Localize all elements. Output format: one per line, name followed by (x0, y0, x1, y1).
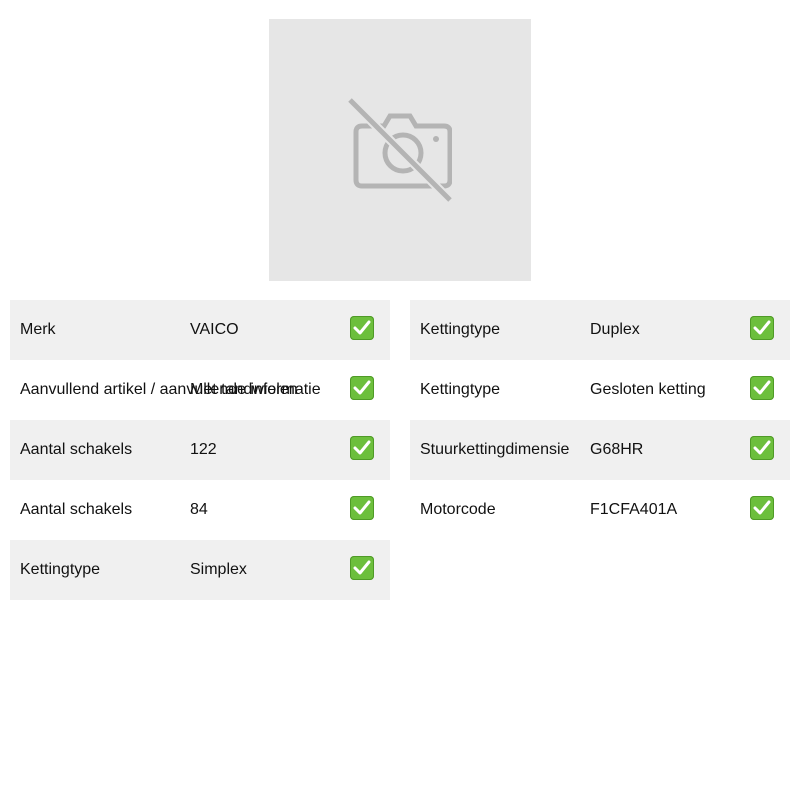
check-icon (750, 316, 774, 340)
spec-label: Merk (20, 321, 56, 338)
spec-label: Aantal schakels (20, 441, 133, 458)
spec-value: G68HR (590, 441, 644, 458)
check-icon (750, 376, 774, 400)
spec-row: Stuurkettingdimensie G68HR (410, 420, 790, 480)
product-image-placeholder (269, 19, 531, 281)
spec-value: 122 (190, 441, 217, 458)
spec-label: Stuurkettingdimensie (420, 441, 570, 458)
spec-row: Aantal schakels 122 (10, 420, 390, 480)
spec-column-right: Kettingtype Duplex Kettingtype Gesloten … (410, 300, 790, 540)
spec-value: 84 (190, 501, 208, 518)
spec-row: Kettingtype Gesloten ketting (410, 360, 790, 420)
spec-value: F1CFA401A (590, 501, 678, 518)
spec-label: Motorcode (420, 501, 496, 518)
spec-row: Aanvullend artikel / aanvullende informa… (10, 360, 390, 420)
spec-row: Kettingtype Duplex (410, 300, 790, 360)
spec-label: Kettingtype (20, 561, 101, 578)
check-icon (350, 556, 374, 580)
camera-off-icon (348, 98, 452, 202)
spec-row: Aantal schakels 84 (10, 480, 390, 540)
spec-value: Gesloten ketting (590, 381, 706, 398)
spec-row: Motorcode F1CFA401A (410, 480, 790, 540)
spec-column-left: Merk VAICO Aanvullend artikel / aanvulle… (10, 300, 390, 600)
check-icon (750, 436, 774, 460)
spec-value: Duplex (590, 321, 640, 338)
check-icon (350, 436, 374, 460)
spec-value: Met tandwielen (190, 381, 298, 398)
spec-row: Merk VAICO (10, 300, 390, 360)
spec-label: Kettingtype (420, 381, 501, 398)
check-icon (350, 316, 374, 340)
check-icon (750, 496, 774, 520)
spec-value: VAICO (190, 321, 239, 338)
spec-value: Simplex (190, 561, 247, 578)
spec-label: Kettingtype (420, 321, 501, 338)
spec-label: Aantal schakels (20, 501, 133, 518)
spec-row: Kettingtype Simplex (10, 540, 390, 600)
check-icon (350, 376, 374, 400)
check-icon (350, 496, 374, 520)
